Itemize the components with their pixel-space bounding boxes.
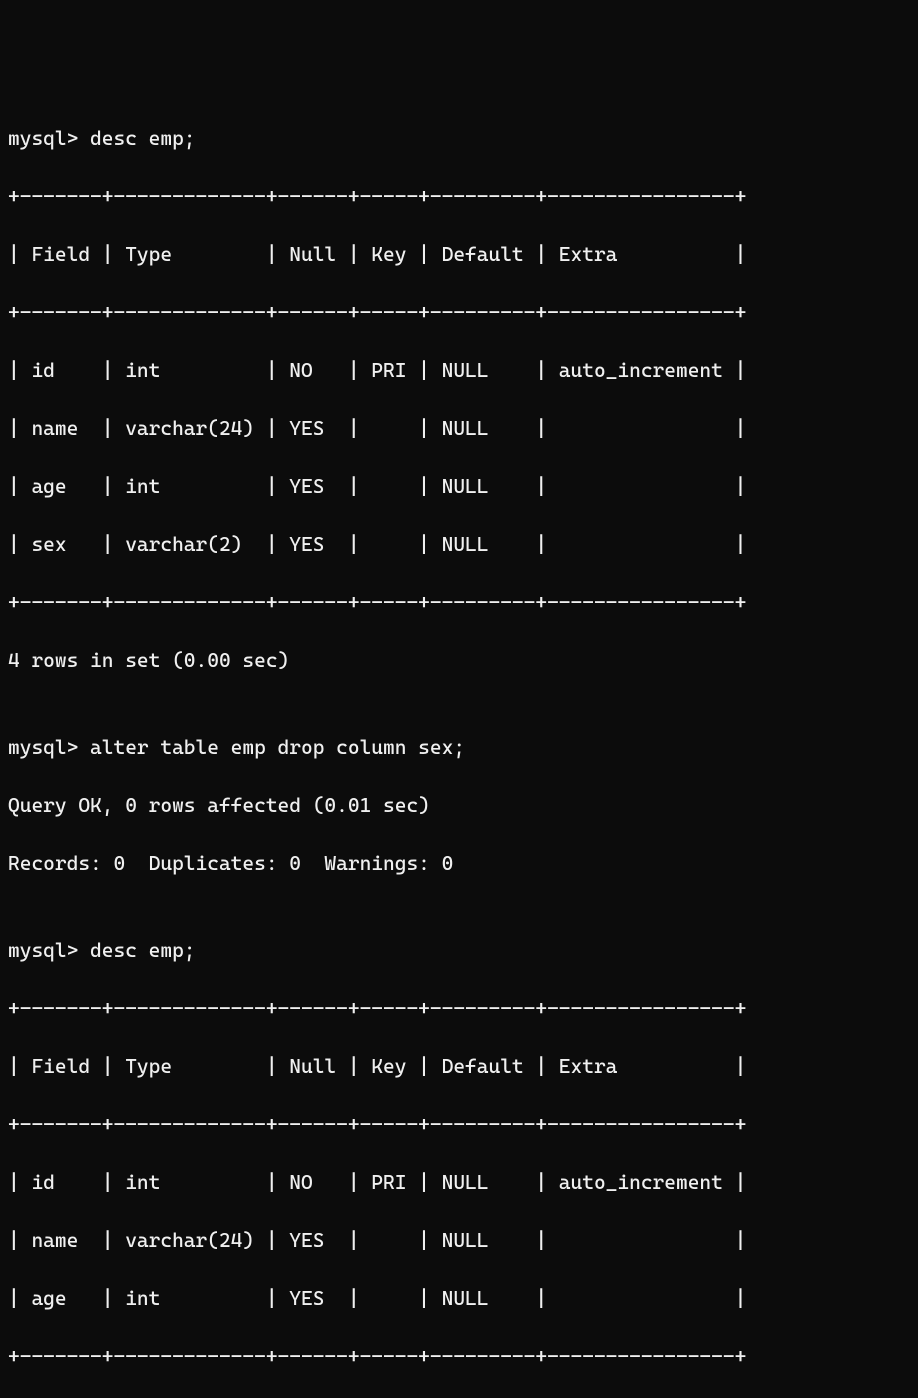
mysql-prompt-alter-table[interactable]: mysql> alter table emp drop column sex; bbox=[8, 733, 910, 762]
query-ok-line: Query OK, 0 rows affected (0.01 sec) bbox=[8, 791, 910, 820]
mysql-prompt-desc-emp[interactable]: mysql> desc emp; bbox=[8, 936, 910, 965]
mysql-prompt-desc-emp[interactable]: mysql> desc emp; bbox=[8, 124, 910, 153]
table-border: +-------+-------------+------+-----+----… bbox=[8, 182, 910, 211]
table-row: | id | int | NO | PRI | NULL | auto_incr… bbox=[8, 1168, 910, 1197]
table-row: | age | int | YES | | NULL | | bbox=[8, 1284, 910, 1313]
table-row: | name | varchar(24) | YES | | NULL | | bbox=[8, 1226, 910, 1255]
table-border: +-------+-------------+------+-----+----… bbox=[8, 994, 910, 1023]
table-border: +-------+-------------+------+-----+----… bbox=[8, 298, 910, 327]
table-border: +-------+-------------+------+-----+----… bbox=[8, 1342, 910, 1371]
table-border: +-------+-------------+------+-----+----… bbox=[8, 1110, 910, 1139]
result-summary: 4 rows in set (0.00 sec) bbox=[8, 646, 910, 675]
table-header-row: | Field | Type | Null | Key | Default | … bbox=[8, 240, 910, 269]
table-row: | name | varchar(24) | YES | | NULL | | bbox=[8, 414, 910, 443]
table-border: +-------+-------------+------+-----+----… bbox=[8, 588, 910, 617]
table-row: | sex | varchar(2) | YES | | NULL | | bbox=[8, 530, 910, 559]
table-header-row: | Field | Type | Null | Key | Default | … bbox=[8, 1052, 910, 1081]
table-row: | id | int | NO | PRI | NULL | auto_incr… bbox=[8, 356, 910, 385]
records-summary-line: Records: 0 Duplicates: 0 Warnings: 0 bbox=[8, 849, 910, 878]
table-row: | age | int | YES | | NULL | | bbox=[8, 472, 910, 501]
